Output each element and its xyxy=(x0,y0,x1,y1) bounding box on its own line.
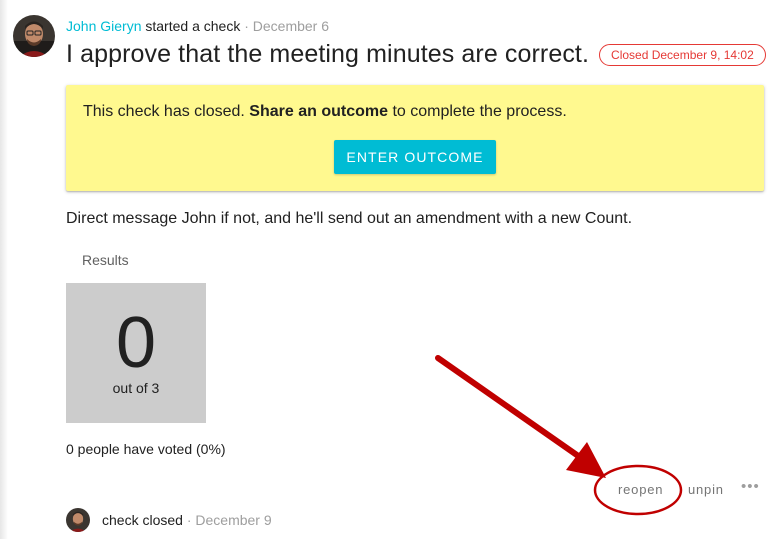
unpin-button[interactable]: unpin xyxy=(688,482,724,497)
results-count: 0 xyxy=(115,303,157,383)
annotation-arrow xyxy=(435,355,606,478)
more-icon[interactable]: ••• xyxy=(741,478,760,495)
footer-date: December 9 xyxy=(195,512,272,528)
footer-avatar[interactable] xyxy=(66,508,90,532)
notice-text: This check has closed. Share an outcome … xyxy=(83,103,567,121)
footer-event: check closed · December 9 xyxy=(102,512,272,528)
results-label: Results xyxy=(82,252,129,268)
results-box: 0 out of 3 xyxy=(66,283,206,423)
notice-text-bold: Share an outcome xyxy=(249,103,388,120)
footer-separator: · xyxy=(186,512,192,528)
poll-title: I approve that the meeting minutes are c… xyxy=(66,39,590,68)
author-avatar[interactable] xyxy=(13,15,55,57)
voted-summary: 0 people have voted (0%) xyxy=(66,441,226,457)
footer-text: check closed xyxy=(102,512,183,528)
results-out-of: out of 3 xyxy=(112,380,160,396)
notice-text-before: This check has closed. xyxy=(83,103,250,120)
annotation-overlay xyxy=(435,355,683,516)
poll-details: Direct message John if not, and he'll se… xyxy=(66,210,633,227)
poll-title-row: I approve that the meeting minutes are c… xyxy=(66,38,766,70)
author-link[interactable]: John Gieryn xyxy=(66,18,141,34)
event-action: started a check xyxy=(145,18,241,34)
enter-outcome-button[interactable]: ENTER OUTCOME xyxy=(334,140,496,174)
notice-text-after: to complete the process. xyxy=(388,103,567,120)
event-date: December 6 xyxy=(252,18,330,34)
closed-status-badge: Closed December 9, 14:02 xyxy=(599,44,766,66)
event-separator: · xyxy=(244,18,249,34)
page-edge xyxy=(0,0,8,539)
event-header: John Gieryn started a check · December 6 xyxy=(66,17,329,35)
reopen-button[interactable]: reopen xyxy=(618,482,663,497)
outcome-notice: This check has closed. Share an outcome … xyxy=(66,85,764,191)
